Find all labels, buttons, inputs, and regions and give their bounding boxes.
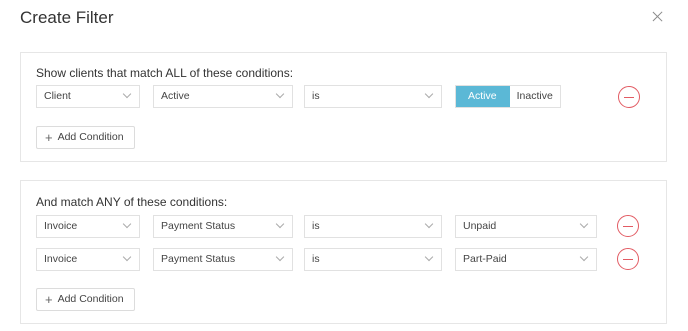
plus-icon: + <box>45 130 53 145</box>
add-condition-button[interactable]: + Add Condition <box>36 288 135 311</box>
field-select[interactable]: Invoice <box>36 215 140 238</box>
value-select-value: Part-Paid <box>463 253 507 265</box>
operator-select[interactable]: is <box>304 85 442 108</box>
operator-select-value: is <box>312 90 320 102</box>
minus-circle-icon[interactable] <box>618 86 640 108</box>
field-select[interactable]: Invoice <box>36 248 140 271</box>
chevron-down-icon <box>424 252 434 262</box>
chevron-down-icon <box>122 252 132 262</box>
field-select-value: Invoice <box>44 220 78 232</box>
add-condition-button[interactable]: + Add Condition <box>36 126 135 149</box>
operator-select-value: is <box>312 220 320 232</box>
field-select[interactable]: Client <box>36 85 140 108</box>
chevron-down-icon <box>275 219 285 229</box>
chevron-down-icon <box>424 219 434 229</box>
plus-icon: + <box>45 292 53 307</box>
property-select-value: Payment Status <box>161 220 236 232</box>
add-condition-label: Add Condition <box>57 131 124 143</box>
operator-select[interactable]: is <box>304 215 442 238</box>
value-select-value: Unpaid <box>463 220 497 232</box>
active-status-toggle: Active Inactive <box>455 85 561 108</box>
operator-select[interactable]: is <box>304 248 442 271</box>
chevron-down-icon <box>275 89 285 99</box>
any-conditions-heading: And match ANY of these conditions: <box>36 195 228 209</box>
property-select-value: Active <box>161 90 190 102</box>
chevron-down-icon <box>424 89 434 99</box>
toggle-active-option[interactable]: Active <box>456 86 510 107</box>
toggle-inactive-option[interactable]: Inactive <box>509 86 560 107</box>
property-select-value: Payment Status <box>161 253 236 265</box>
property-select[interactable]: Payment Status <box>153 215 293 238</box>
dialog-title: Create Filter <box>20 8 114 27</box>
chevron-down-icon <box>122 219 132 229</box>
value-select[interactable]: Unpaid <box>455 215 597 238</box>
operator-select-value: is <box>312 253 320 265</box>
all-conditions-heading: Show clients that match ALL of these con… <box>36 66 294 80</box>
create-filter-dialog: Create Filter Show clients that match AL… <box>0 0 688 331</box>
close-icon[interactable] <box>650 9 666 25</box>
chevron-down-icon <box>275 252 285 262</box>
any-conditions-panel: And match ANY of these conditions: Invoi… <box>20 180 667 324</box>
field-select-value: Invoice <box>44 253 78 265</box>
minus-circle-icon[interactable] <box>617 248 639 270</box>
chevron-down-icon <box>122 89 132 99</box>
add-condition-label: Add Condition <box>57 293 124 305</box>
all-conditions-panel: Show clients that match ALL of these con… <box>20 52 667 162</box>
property-select[interactable]: Active <box>153 85 293 108</box>
chevron-down-icon <box>579 252 589 262</box>
chevron-down-icon <box>579 219 589 229</box>
minus-circle-icon[interactable] <box>617 215 639 237</box>
field-select-value: Client <box>44 90 71 102</box>
value-select[interactable]: Part-Paid <box>455 248 597 271</box>
property-select[interactable]: Payment Status <box>153 248 293 271</box>
